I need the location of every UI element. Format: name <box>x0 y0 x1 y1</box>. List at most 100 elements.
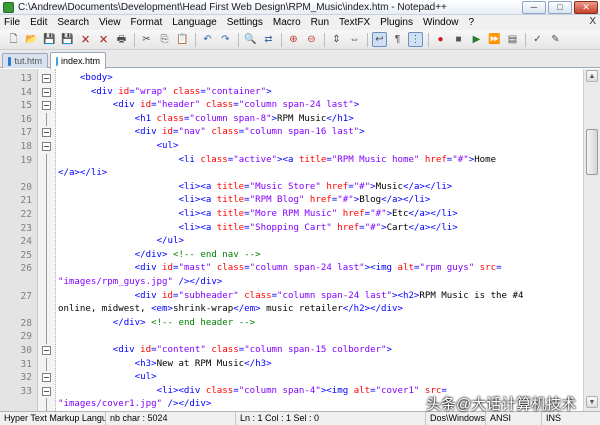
tab-index-htm[interactable]: index.htm <box>50 52 106 69</box>
code-line: 27 <div id="subheader" class="column spa… <box>0 289 560 304</box>
minimize-button[interactable]: ─ <box>522 1 546 14</box>
zoom-out-icon[interactable]: ⊖ <box>304 32 319 47</box>
fold-toggle-icon[interactable] <box>42 373 51 383</box>
fold-line-icon <box>46 330 47 344</box>
close-window-button[interactable]: ✕ <box>574 1 598 14</box>
replace-icon[interactable]: ⇄ <box>261 32 276 47</box>
save-macro-icon[interactable]: ▤ <box>505 32 520 47</box>
all-chars-icon[interactable]: ¶ <box>390 32 405 47</box>
toolbar-separator <box>367 32 368 47</box>
tab-bar: tut.htm index.htm <box>0 50 600 69</box>
save-all-icon[interactable]: 💾 <box>60 32 75 47</box>
menu-search[interactable]: Search <box>52 15 94 30</box>
new-icon[interactable]: 🗋 <box>6 32 21 47</box>
menu-view[interactable]: View <box>94 15 126 30</box>
code-line: 16 <h1 class="column span-8">RPM Music</… <box>0 112 560 127</box>
line-number: 24 <box>20 236 32 248</box>
line-number: 17 <box>20 127 32 139</box>
notepad-plus-plus-icon <box>3 1 14 13</box>
code-text: </div> <!-- end nav --> <box>134 249 261 260</box>
redo-icon[interactable]: ↷ <box>218 32 233 47</box>
spell-icon[interactable]: ✓ <box>530 32 545 47</box>
indent-guide-icon[interactable]: ⋮ <box>408 32 423 47</box>
menu-language[interactable]: Language <box>167 15 222 30</box>
menu-textfx[interactable]: TextFX <box>334 15 375 30</box>
window-title: C:\Andrew\Documents\Development\Head Fir… <box>18 1 447 13</box>
code-text: "images/cover1.jpg" /></div> <box>58 399 212 410</box>
copy-icon[interactable]: ⎘ <box>157 32 172 47</box>
menu-macro[interactable]: Macro <box>268 15 306 30</box>
toolbar-separator <box>525 32 526 47</box>
code-text: </ul> <box>156 236 184 247</box>
zoom-in-icon[interactable]: ⊕ <box>286 32 301 47</box>
line-number: 19 <box>20 154 32 166</box>
wrap-icon[interactable]: ↩ <box>372 32 387 47</box>
play-icon[interactable]: ▶ <box>469 32 484 47</box>
line-number: 21 <box>20 195 32 207</box>
vertical-scrollbar[interactable]: ▲ ▼ <box>583 69 600 411</box>
fold-toggle-icon[interactable] <box>42 386 51 396</box>
code-text: <h3>New at RPM Music</h3> <box>134 358 272 369</box>
title-bar: C:\Andrew\Documents\Development\Head Fir… <box>0 0 600 15</box>
code-line: 23 <li><a title="Shopping Cart" href="#"… <box>0 221 560 236</box>
fold-line-icon <box>46 112 47 127</box>
code-text: <div id="subheader" class="column span-2… <box>134 290 524 301</box>
line-number: 22 <box>20 209 32 220</box>
scroll-down-arrow[interactable]: ▼ <box>586 396 598 408</box>
menu-edit[interactable]: Edit <box>25 15 52 30</box>
maximize-button[interactable]: □ <box>548 1 572 14</box>
menu-file[interactable]: File <box>0 15 25 30</box>
close-icon[interactable]: 🗙 <box>78 32 93 47</box>
file-saved-icon <box>56 56 58 66</box>
sync-v-icon[interactable]: ⇕ <box>329 32 344 47</box>
close-document-button[interactable]: X <box>589 16 596 27</box>
menu-settings[interactable]: Settings <box>222 15 268 30</box>
line-number: 14 <box>20 86 32 98</box>
line-number: 33 <box>20 385 32 397</box>
record-icon[interactable]: ● <box>433 32 448 47</box>
code-line: 14 <div id="wrap" class="container"> <box>0 86 560 100</box>
fold-line-icon <box>46 208 47 222</box>
fold-toggle-icon[interactable] <box>42 101 51 111</box>
fold-toggle-icon[interactable] <box>42 128 51 138</box>
fold-toggle-icon[interactable] <box>42 87 51 97</box>
code-text: <h1 class="column span-8">RPM Music</h1> <box>134 113 354 124</box>
menu-window[interactable]: Window <box>418 15 464 30</box>
code-line: 32 <ul> <box>0 371 560 385</box>
code-editor[interactable]: 13 <body> 14 <div id="wrap" class="contai… <box>0 69 600 411</box>
fold-line-icon <box>46 221 47 236</box>
fold-toggle-icon[interactable] <box>42 74 51 83</box>
line-number: 32 <box>20 372 32 384</box>
save-icon[interactable]: 💾 <box>42 32 57 47</box>
code-text: <li class="active"><a title="RPM Music h… <box>178 154 497 165</box>
code-line: online, midwest, <em>shrink-wrap</em> mu… <box>0 303 560 317</box>
tab-label: tut.htm <box>14 56 42 66</box>
open-icon[interactable]: 📂 <box>24 32 39 47</box>
scroll-up-arrow[interactable]: ▲ <box>586 70 598 82</box>
fold-toggle-icon[interactable] <box>42 346 51 355</box>
stop-icon[interactable]: ■ <box>451 32 466 47</box>
scroll-thumb[interactable] <box>586 129 598 175</box>
line-number: 27 <box>20 290 32 302</box>
menu-help[interactable]: ? <box>464 15 480 30</box>
undo-icon[interactable]: ↶ <box>200 32 215 47</box>
window-controls: ─ □ ✕ <box>520 1 598 14</box>
sync-h-icon[interactable]: ⇔ <box>347 32 362 47</box>
print-icon[interactable]: 🖶 <box>114 32 129 47</box>
tab-tut-htm[interactable]: tut.htm <box>2 53 48 68</box>
abc-icon[interactable]: ✎ <box>548 32 563 47</box>
close-all-icon[interactable]: 🗙 <box>96 32 111 47</box>
fold-line-icon <box>46 248 47 263</box>
fold-toggle-icon[interactable] <box>42 142 51 151</box>
paste-icon[interactable]: 📋 <box>175 32 190 47</box>
find-icon[interactable]: 🔍 <box>243 32 258 47</box>
toolbar-separator <box>281 32 282 47</box>
menu-run[interactable]: Run <box>306 15 334 30</box>
play-multi-icon[interactable]: ⏩ <box>487 32 502 47</box>
fold-line-icon <box>46 180 47 195</box>
cut-icon[interactable]: ✂ <box>139 32 154 47</box>
menu-format[interactable]: Format <box>126 15 168 30</box>
menu-plugins[interactable]: Plugins <box>375 15 418 30</box>
toolbar-separator <box>324 32 325 47</box>
line-number: 18 <box>20 141 32 152</box>
